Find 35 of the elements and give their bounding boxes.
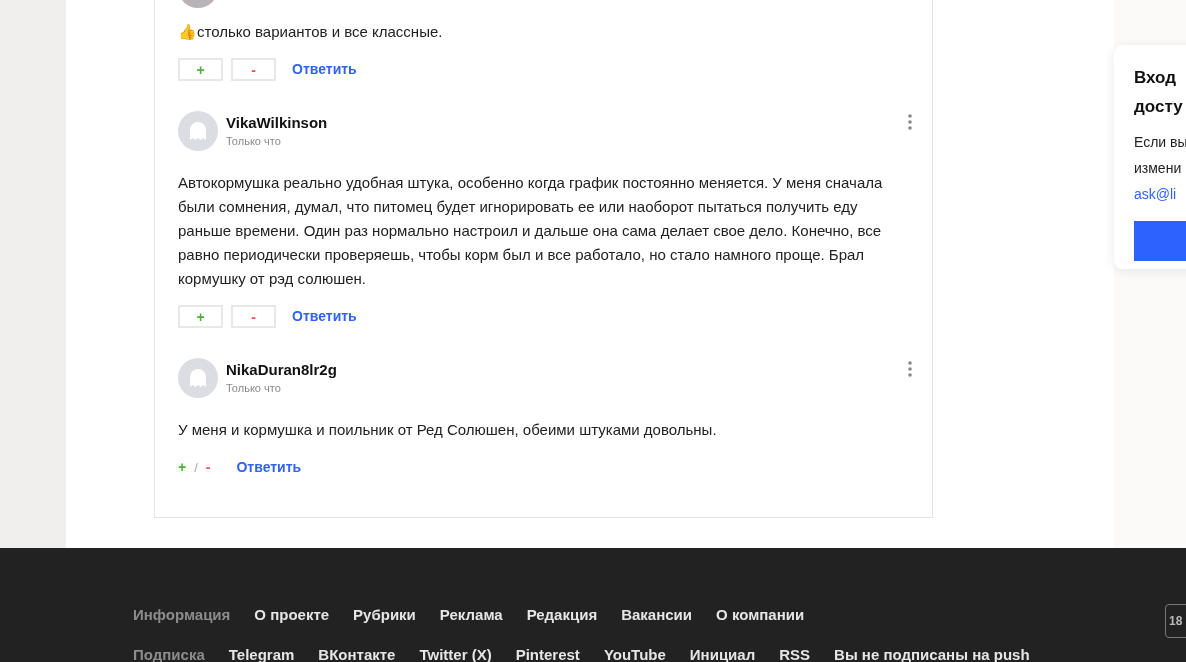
comment-time: Только что	[226, 134, 282, 149]
downvote-button[interactable]: -	[205, 457, 211, 478]
footer-link[interactable]: ВКонтакте	[318, 644, 396, 662]
footer-link[interactable]: Вакансии	[621, 604, 693, 627]
card-text: Если вы	[1134, 133, 1186, 152]
card-title: досту	[1134, 96, 1184, 118]
comment-author: NikaDuran8lr2g	[226, 360, 338, 380]
card-title: Вход	[1134, 67, 1178, 89]
comment-text: 👍столько вариантов и все классные.	[178, 22, 444, 42]
vote-separator: /	[194, 458, 198, 477]
more-options-icon[interactable]	[908, 361, 912, 377]
footer-link[interactable]: О компании	[716, 604, 805, 627]
more-options-icon[interactable]	[908, 114, 912, 130]
footer-link[interactable]: Pinterest	[515, 644, 580, 662]
avatar	[178, 358, 218, 398]
footer-link[interactable]: Рубрики	[353, 604, 416, 627]
reply-link[interactable]: Ответить	[292, 306, 357, 327]
comment-text: У меня и кормушка и поильник от Ред Солюшен, обеими штуками довольны.	[178, 420, 718, 440]
comment-time: Только что	[226, 381, 282, 396]
downvote-button[interactable]: -	[231, 305, 276, 328]
age-rating-badge: 18	[1165, 604, 1186, 638]
footer-link[interactable]: Реклама	[439, 604, 503, 627]
footer-link[interactable]: RSS	[779, 644, 811, 662]
footer-link[interactable]: Редакция	[526, 604, 598, 627]
footer-link[interactable]: О проекте	[254, 604, 330, 627]
footer-section-label: Информация	[133, 605, 231, 625]
comment-author: VikaWilkinson	[226, 113, 329, 133]
email-link[interactable]: ask@li	[1134, 181, 1186, 207]
card-text: измени	[1134, 159, 1183, 178]
avatar	[178, 111, 218, 151]
reply-link[interactable]: Ответить	[292, 59, 357, 80]
downvote-button[interactable]: -	[231, 58, 276, 81]
comment-text: Автокормушка реально удобная штука, особенно когда график постоянно меняется. У меня сначала были сомнения, думал, что питомец будет игнорировать ее или наоборот пытаться получить еду раньше времени. Один раз нормально настроил и дальше она сама делает свое дело. Конечно, все равно периодически проверяешь, чтобы корм был и все работало, но стало намного проще. Брал кормушку от рэд солюшен.	[178, 173, 884, 289]
reply-link[interactable]: Ответить	[236, 457, 302, 478]
footer-link[interactable]: YouTube	[603, 644, 666, 662]
